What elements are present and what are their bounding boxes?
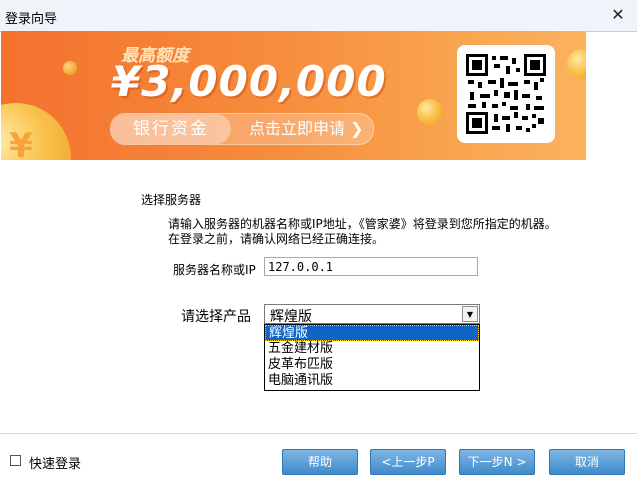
product-selected-value: 辉煌版 xyxy=(270,309,312,325)
server-input[interactable] xyxy=(264,257,478,276)
section-title: 选择服务器 xyxy=(141,193,202,207)
qr-code xyxy=(457,45,555,143)
coin-decoration xyxy=(63,61,77,75)
product-option-leather[interactable]: 皮革布匹版 xyxy=(265,357,479,373)
product-select[interactable]: 辉煌版 ▼ xyxy=(264,304,480,325)
product-option-hardware[interactable]: 五金建材版 xyxy=(265,341,479,357)
next-button[interactable]: 下一步N > xyxy=(459,449,535,475)
qr-code-icon xyxy=(466,54,546,134)
chevron-down-icon[interactable]: ▼ xyxy=(462,306,478,322)
product-label: 请选择产品 xyxy=(181,309,251,325)
yen-coin-icon: ¥ xyxy=(9,126,33,160)
help-button[interactable]: 帮助 xyxy=(282,449,358,475)
product-dropdown-list[interactable]: 辉煌版 五金建材版 皮革布匹版 电脑通讯版 xyxy=(264,324,480,391)
instructions: 请输入服务器的机器名称或IP地址，《管家婆》将登录到您所指定的机器。 在登录之前… xyxy=(168,217,557,247)
coin-decoration xyxy=(417,99,443,125)
checkbox-icon[interactable] xyxy=(10,455,21,466)
footer-divider xyxy=(0,433,637,434)
title-bar: 登录向导 ✕ xyxy=(0,0,637,32)
instructions-line-1: 请输入服务器的机器名称或IP地址，《管家婆》将登录到您所指定的机器。 xyxy=(168,217,557,231)
apply-pill[interactable]: 银行资金 点击立即申请 ❯ xyxy=(110,113,374,145)
product-option-computer[interactable]: 电脑通讯版 xyxy=(265,373,479,389)
cancel-button[interactable]: 取消 xyxy=(549,449,625,475)
banner-amount: ¥3,000,000 xyxy=(111,57,387,106)
prev-button[interactable]: <上一步P xyxy=(370,449,446,475)
bank-funds-label: 银行资金 xyxy=(111,114,231,144)
window-title: 登录向导 xyxy=(5,12,58,27)
instructions-line-2: 在登录之前，请确认网络已经正确连接。 xyxy=(168,232,385,246)
apply-now-link[interactable]: 点击立即申请 ❯ xyxy=(237,114,373,144)
quick-login-label: 快速登录 xyxy=(29,457,82,472)
close-icon[interactable]: ✕ xyxy=(607,4,629,26)
coin-decoration xyxy=(567,49,586,79)
server-label: 服务器名称或IP xyxy=(173,263,256,277)
promo-banner[interactable]: ¥ 最高额度 ¥3,000,000 银行资金 点击立即申请 ❯ xyxy=(1,31,586,160)
product-option-huihuang[interactable]: 辉煌版 xyxy=(265,325,479,341)
